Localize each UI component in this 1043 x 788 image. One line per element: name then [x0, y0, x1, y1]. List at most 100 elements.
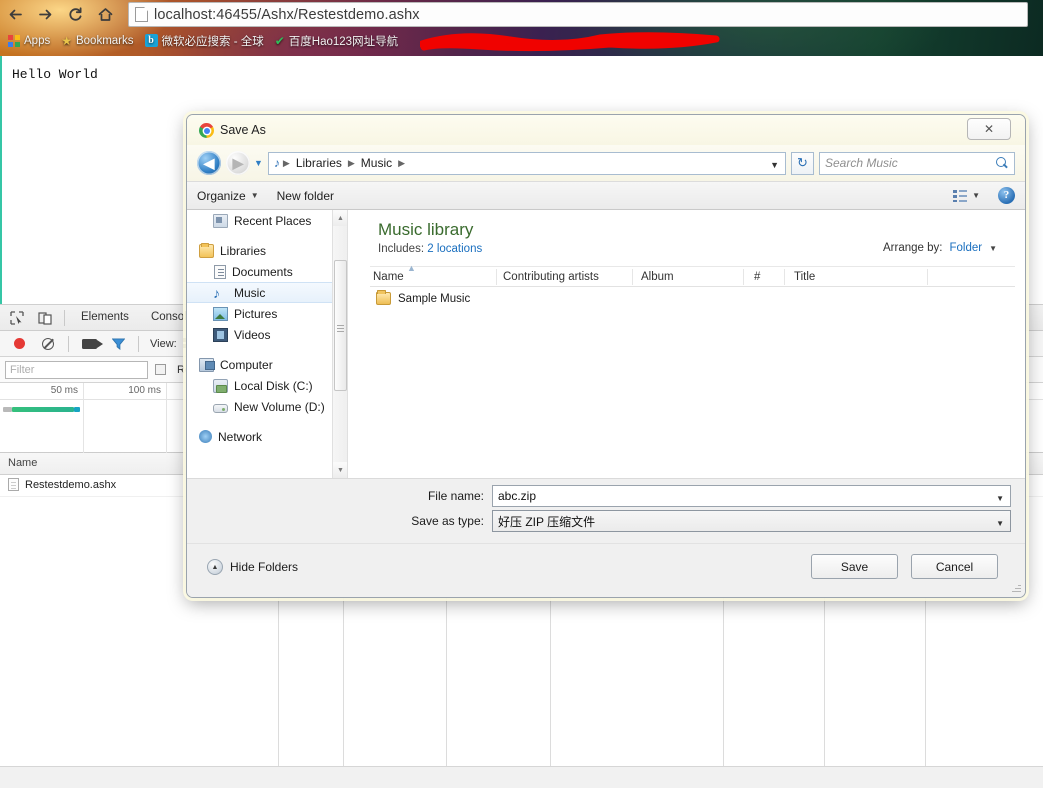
column-header-title[interactable]: Title: [794, 271, 815, 283]
hide-folders-button[interactable]: ▲ Hide Folders: [207, 559, 298, 575]
change-view-button[interactable]: ▼: [953, 189, 980, 202]
sidebar-item-videos[interactable]: Videos: [187, 324, 347, 345]
chevron-down-icon[interactable]: ▼: [996, 519, 1004, 528]
bookmark-bing[interactable]: b 微软必应搜索 - 全球: [141, 31, 271, 51]
back-icon[interactable]: [0, 0, 30, 29]
help-icon[interactable]: ?: [998, 187, 1015, 204]
record-icon: [13, 338, 25, 349]
sidebar-item-libraries[interactable]: Libraries: [187, 240, 347, 261]
regex-checkbox[interactable]: [155, 364, 166, 375]
filter-toggle-button[interactable]: [105, 332, 131, 356]
chevron-down-icon[interactable]: ▼: [254, 158, 263, 168]
list-item[interactable]: Sample Music: [376, 290, 470, 305]
sidebar-item-local-disk[interactable]: Local Disk (C:): [187, 375, 347, 396]
libraries-icon: [199, 242, 214, 258]
sidebar-item-label: New Volume (D:): [234, 399, 325, 414]
column-divider[interactable]: [743, 269, 744, 285]
apps-grid-icon: [8, 34, 20, 47]
dialog-footer: ▲ Hide Folders Save Cancel: [187, 543, 1025, 597]
scroll-up-icon[interactable]: ▲: [333, 210, 347, 226]
toolbar-divider: [138, 335, 139, 352]
sidebar-item-label: Local Disk (C:): [234, 378, 313, 393]
column-divider[interactable]: [632, 269, 633, 285]
timeline-bar-download: [12, 407, 74, 412]
sort-ascending-icon: ▲: [407, 263, 416, 273]
scroll-down-icon[interactable]: ▼: [333, 462, 347, 478]
breadcrumb-item-libraries[interactable]: Libraries: [293, 155, 345, 171]
sidebar-item-pictures[interactable]: Pictures: [187, 303, 347, 324]
filter-input[interactable]: [5, 360, 148, 379]
save-as-type-select[interactable]: 好压 ZIP 压缩文件 ▼: [492, 510, 1011, 532]
bookmark-baidu[interactable]: ✔ 百度Hao123网址导航: [271, 31, 405, 51]
dialog-toolbar: Organize ▼ New folder ▼ ?: [187, 181, 1025, 210]
back-icon[interactable]: ◀: [197, 151, 221, 175]
includes-link[interactable]: 2 locations: [427, 243, 482, 255]
sidebar-item-network[interactable]: Network: [187, 426, 347, 447]
forward-icon[interactable]: ▶: [226, 151, 250, 175]
page-document-icon: [135, 7, 148, 22]
breadcrumb[interactable]: ♪ ▶ Libraries ▶ Music ▶ ▼: [267, 151, 786, 175]
bookmark-bookmarks[interactable]: ★ Bookmarks: [57, 31, 140, 51]
device-toolbar-icon[interactable]: [32, 306, 58, 330]
column-header-artists[interactable]: Contributing artists: [503, 271, 599, 283]
sidebar-scrollbar[interactable]: ▲ ▼: [332, 210, 347, 478]
address-bar-url: localhost:46455/Ashx/Restestdemo.ashx: [154, 6, 420, 23]
new-folder-button[interactable]: New folder: [277, 189, 334, 203]
cancel-button[interactable]: Cancel: [911, 554, 998, 579]
column-header-name[interactable]: Name: [373, 271, 404, 283]
clear-button[interactable]: [35, 332, 61, 356]
record-button[interactable]: [6, 332, 32, 356]
capture-screenshots-button[interactable]: [76, 332, 103, 356]
timeline-bar-wait: [3, 407, 12, 412]
funnel-icon: [111, 337, 125, 350]
column-divider[interactable]: [927, 269, 928, 285]
network-icon: [199, 430, 212, 443]
column-divider[interactable]: [784, 269, 785, 285]
bookmarks-bar: Apps ★ Bookmarks b 微软必应搜索 - 全球 ✔ 百度Hao12…: [0, 29, 1043, 52]
sidebar-item-label: Music: [234, 285, 266, 300]
local-disk-icon: [213, 378, 228, 393]
breadcrumb-item-music[interactable]: Music: [358, 155, 395, 171]
file-name-row: File name: abc.zip ▼: [187, 485, 1011, 507]
column-header-album[interactable]: Album: [641, 271, 674, 283]
chevron-down-icon[interactable]: ▼: [770, 160, 779, 170]
dialog-titlebar[interactable]: Save As ✕: [187, 115, 1025, 145]
sidebar-item-computer[interactable]: Computer: [187, 354, 347, 375]
close-icon[interactable]: ✕: [967, 118, 1011, 140]
column-header-number[interactable]: #: [754, 271, 760, 283]
dialog-main-area: Recent Places Libraries Documents ♪ Musi…: [187, 210, 1025, 478]
sidebar-item-documents[interactable]: Documents: [187, 261, 347, 282]
inspect-element-icon[interactable]: [4, 306, 30, 330]
search-input[interactable]: [825, 156, 990, 170]
chevron-down-icon[interactable]: ▼: [989, 244, 997, 253]
file-name-input[interactable]: abc.zip ▼: [492, 485, 1011, 507]
bookmark-apps[interactable]: Apps: [4, 31, 57, 51]
reload-icon[interactable]: [60, 0, 90, 29]
scrollbar-thumb[interactable]: [334, 260, 347, 391]
resize-grip[interactable]: [1012, 585, 1022, 595]
breadcrumb-separator: ▶: [282, 157, 290, 168]
organize-button[interactable]: Organize ▼: [197, 189, 259, 203]
sidebar-item-label: Videos: [234, 327, 271, 342]
sidebar-item-recent-places[interactable]: Recent Places: [187, 210, 347, 231]
tab-elements[interactable]: Elements: [71, 305, 139, 330]
bookmark-label: Apps: [24, 34, 51, 47]
column-header-name[interactable]: Name: [8, 457, 37, 469]
arrange-by-value[interactable]: Folder: [949, 242, 982, 254]
documents-icon: [214, 264, 226, 279]
toolbar-divider: [64, 309, 65, 326]
chevron-down-icon[interactable]: ▼: [996, 494, 1004, 503]
sidebar-item-music[interactable]: ♪ Music: [187, 282, 347, 303]
forward-icon[interactable]: [30, 0, 60, 29]
search-input-wrapper[interactable]: [819, 151, 1015, 175]
column-divider[interactable]: [496, 269, 497, 285]
bookmark-label: 百度Hao123网址导航: [288, 35, 399, 48]
refresh-icon[interactable]: ↻: [791, 151, 814, 175]
sidebar-item-new-volume[interactable]: New Volume (D:): [187, 396, 347, 417]
address-bar[interactable]: localhost:46455/Ashx/Restestdemo.ashx: [128, 2, 1028, 27]
home-icon[interactable]: [90, 0, 120, 29]
save-button[interactable]: Save: [811, 554, 898, 579]
